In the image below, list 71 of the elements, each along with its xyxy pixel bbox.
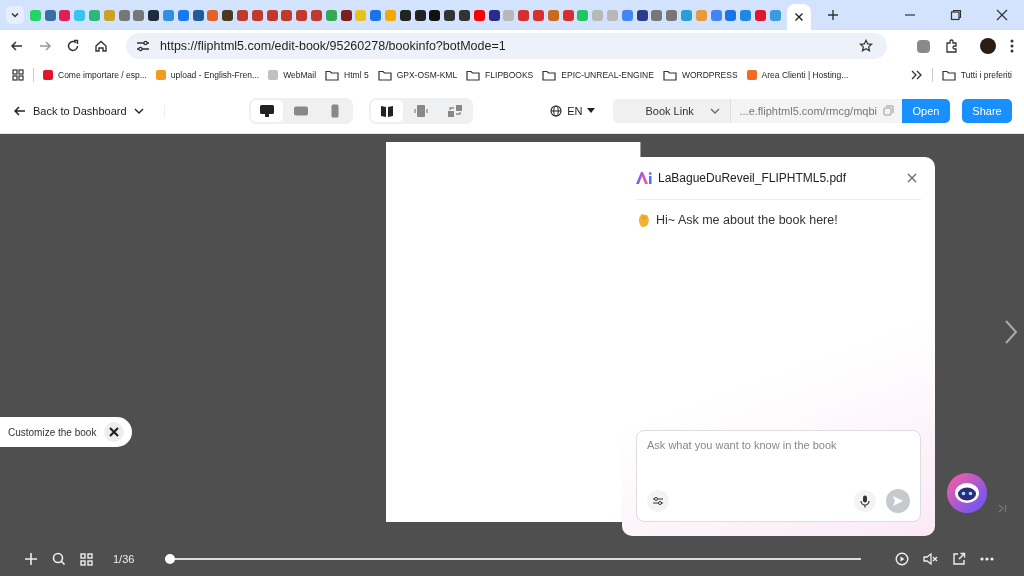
- bookmark[interactable]: EPIC-UNREAL-ENGINE: [542, 69, 654, 81]
- book-icon: [379, 103, 396, 118]
- folder-icon: [325, 69, 340, 81]
- link-text: ...e.fliphtml5.com/rmcg/mqbi: [739, 104, 877, 117]
- address-bar[interactable]: https://fliphtml5.com/edit-book/95260278/bookinfo?botMode=1: [126, 33, 887, 59]
- back-icon[interactable]: [10, 39, 24, 53]
- chat-title: LaBagueDuReveil_FLIPHTML5.pdf: [658, 171, 847, 185]
- waving-hand-icon: [636, 212, 651, 227]
- bookmark[interactable]: GPX-OSM-KML: [377, 69, 458, 81]
- bookmark[interactable]: FLIPBOOKS: [466, 69, 534, 81]
- bookmark[interactable]: Come importare / esp...: [43, 70, 147, 80]
- caret-icon: [10, 10, 20, 20]
- greeting-message: Hi~ Ask me about the book here!: [656, 212, 838, 227]
- share-icon[interactable]: [952, 552, 966, 566]
- folder-icon: [466, 69, 481, 81]
- zoom-in-icon[interactable]: [24, 552, 38, 566]
- slider-thumb[interactable]: [165, 554, 175, 564]
- more-icon[interactable]: [980, 557, 994, 561]
- forward-icon[interactable]: [38, 39, 52, 53]
- page-counter: 1/36: [113, 553, 136, 565]
- assistant-bot-icon[interactable]: [947, 473, 987, 513]
- swap-icon: [447, 103, 464, 118]
- microphone-icon[interactable]: [854, 490, 876, 512]
- bookmark[interactable]: upload - English-Fren...: [155, 70, 260, 80]
- folder-icon: [542, 69, 557, 81]
- reload-icon[interactable]: [66, 39, 80, 53]
- ai-logo-icon: [636, 172, 652, 184]
- close-icon[interactable]: [793, 12, 804, 22]
- folder-icon: [662, 69, 677, 81]
- bookmark[interactable]: Tutti i preferiti: [941, 69, 1012, 81]
- url-text: https://fliphtml5.com/edit-book/95260278/bookinfo?botMode=1: [160, 39, 507, 53]
- tools-icon: [104, 422, 125, 442]
- bookmark[interactable]: WORDPRESS: [662, 69, 738, 81]
- mode-option[interactable]: [371, 99, 404, 122]
- play-icon[interactable]: [895, 552, 909, 566]
- caret-icon: [133, 107, 144, 114]
- customize-book-button[interactable]: Customize the book: [0, 417, 133, 447]
- globe-icon: [550, 104, 563, 117]
- folder-icon: [941, 69, 956, 81]
- thumbnails-icon[interactable]: [80, 552, 93, 566]
- new-tab-icon[interactable]: [826, 9, 839, 21]
- caret-icon: [587, 108, 596, 113]
- profile-avatar[interactable]: [980, 38, 996, 54]
- search-icon[interactable]: [52, 552, 66, 566]
- puzzle-icon[interactable]: [944, 38, 960, 54]
- send-icon: [892, 495, 904, 507]
- bookmark[interactable]: WebMail: [268, 70, 317, 80]
- site-settings-icon[interactable]: [136, 40, 150, 52]
- desktop-icon: [259, 103, 276, 118]
- star-icon[interactable]: [859, 39, 873, 53]
- home-icon[interactable]: [94, 39, 108, 53]
- chevron-icon[interactable]: [910, 70, 923, 80]
- language-selector[interactable]: EN: [550, 104, 596, 117]
- single-page-icon: [413, 103, 430, 118]
- tab-search-button[interactable]: [6, 6, 24, 24]
- menu-icon[interactable]: [1010, 39, 1014, 53]
- bookmark[interactable]: Html 5: [325, 69, 369, 81]
- extension-icon[interactable]: [917, 39, 930, 53]
- caret-icon: [710, 107, 721, 114]
- back-to-dashboard-button[interactable]: Back to Dashboard: [14, 104, 165, 117]
- view-option[interactable]: [251, 99, 284, 122]
- book-link-field[interactable]: ...e.fliphtml5.com/rmcg/mqbi: [731, 98, 902, 123]
- chevron-right-icon[interactable]: [1004, 319, 1018, 345]
- bookmark[interactable]: Area Clienti | Hosting...: [746, 70, 849, 80]
- folder-icon: [377, 69, 392, 81]
- restore-icon[interactable]: [950, 9, 962, 21]
- settings-icon[interactable]: [647, 490, 669, 512]
- arrow-left-icon: [14, 105, 26, 116]
- close-icon[interactable]: [996, 9, 1008, 21]
- mute-icon[interactable]: [923, 552, 938, 566]
- apps-icon[interactable]: [12, 69, 24, 81]
